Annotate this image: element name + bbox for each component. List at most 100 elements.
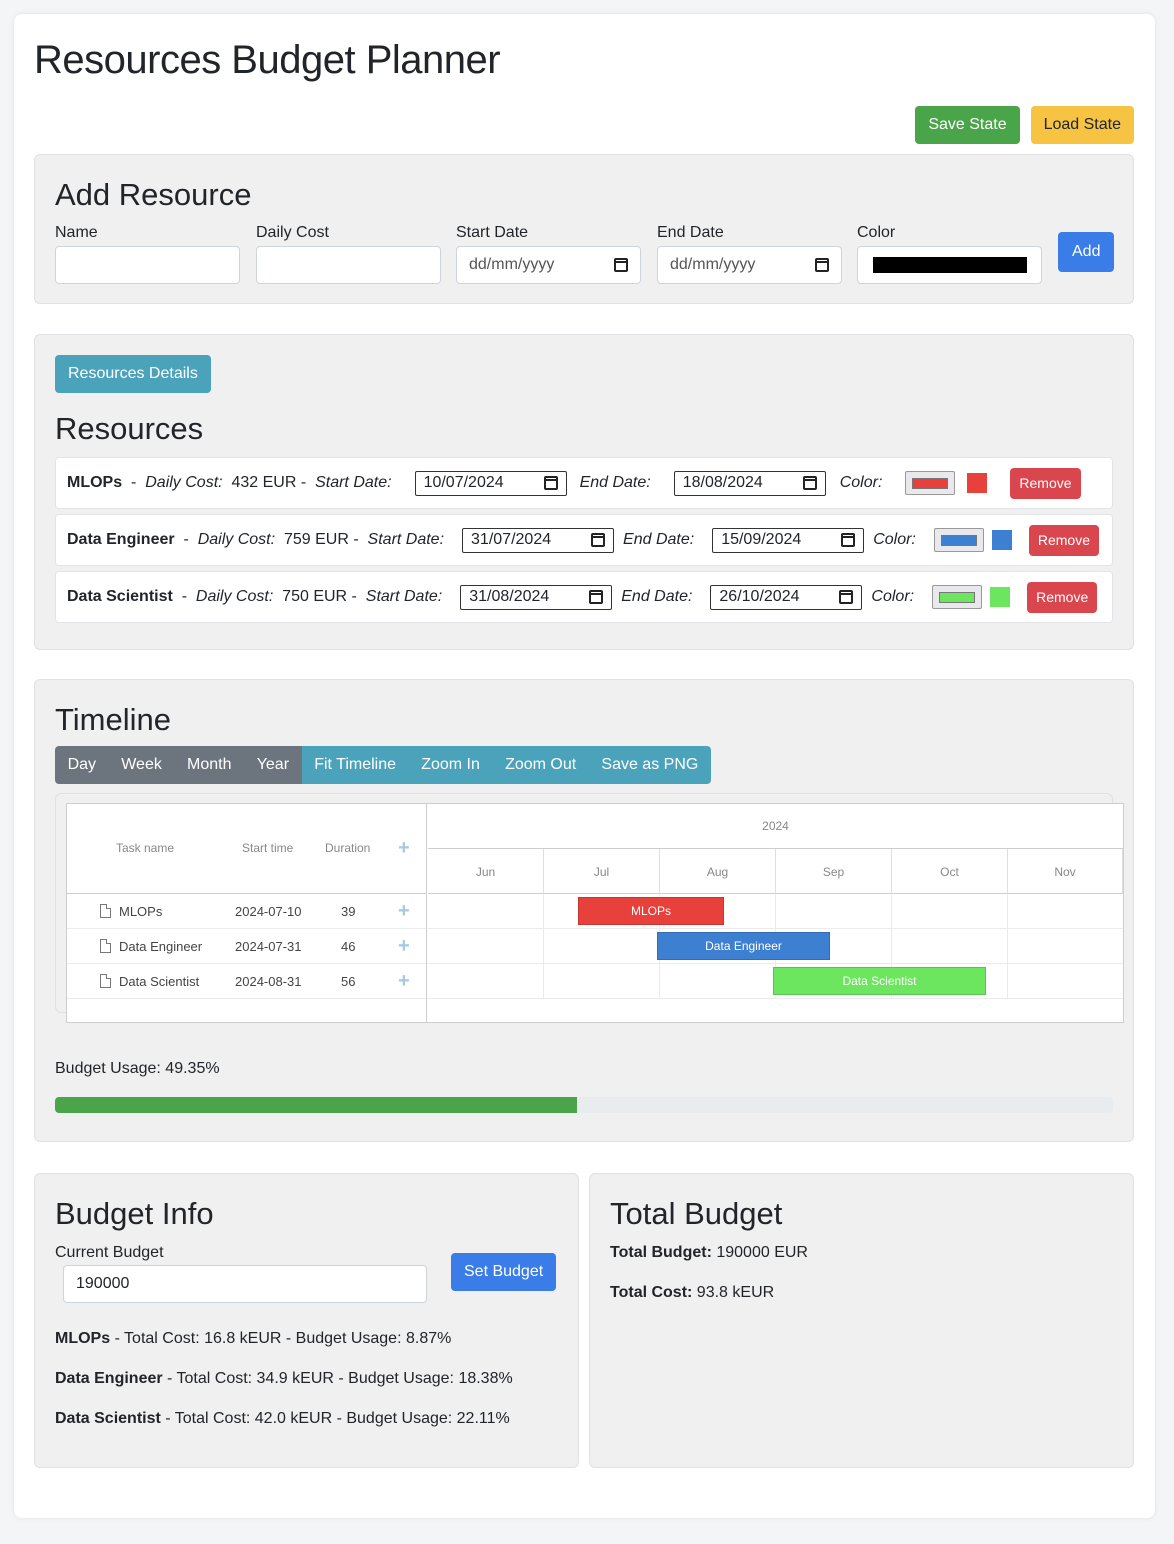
file-icon [100, 939, 111, 953]
calendar-icon[interactable] [802, 476, 817, 490]
task-start: 2024-07-10 [235, 903, 302, 919]
resource-name: Data Engineer [55, 1370, 163, 1387]
end-date-value: 18/08/2024 [682, 474, 763, 491]
remove-button[interactable]: Remove [1027, 581, 1098, 613]
calendar-icon[interactable] [543, 476, 558, 490]
resource-row: Data Scientist - Daily Cost: 750 EUR - S… [55, 571, 1113, 623]
end-date-input[interactable]: dd/mm/yyyy [657, 246, 842, 284]
add-resource-title: Add Resource [55, 177, 252, 212]
color-label: Color: [873, 531, 916, 548]
gantt-row[interactable]: MLOPs 2024-07-10 39 + [67, 894, 426, 929]
end-date-field: End Date dd/mm/yyyy [657, 224, 842, 284]
start-date-label: Start Date [456, 224, 529, 241]
add-subtask-icon[interactable]: + [398, 971, 410, 991]
task-bar[interactable]: MLOPs [578, 897, 724, 925]
calendar-icon[interactable] [614, 258, 628, 272]
remove-button[interactable]: Remove [1010, 467, 1081, 499]
end-date-label: End Date: [621, 588, 693, 605]
task-bar[interactable]: Data Scientist [773, 967, 986, 995]
color-label: Color: [839, 474, 883, 491]
save-png-button[interactable]: Save as PNG [588, 746, 711, 784]
calendar-icon[interactable] [839, 590, 854, 604]
gantt-grid-header: Task name Start time Duration + [67, 804, 426, 894]
timeline-toolbar: Day Week Month Year Fit Timeline Zoom In… [55, 746, 711, 784]
color-picker[interactable] [932, 585, 983, 609]
month-label: Aug [660, 849, 776, 894]
load-state-button[interactable]: Load State [1030, 106, 1134, 144]
current-budget-input[interactable]: 190000 [63, 1265, 427, 1303]
resource-cost-text: - Total Cost: 42.0 kEUR - Budget Usage: … [160, 1410, 510, 1427]
separator: - [174, 531, 198, 548]
save-state-button[interactable]: Save State [915, 106, 1020, 144]
view-day-button[interactable]: Day [55, 746, 109, 784]
start-date-input[interactable]: dd/mm/yyyy [456, 246, 641, 284]
add-resource-card: Add Resource Name Daily Cost Start Date … [34, 154, 1134, 304]
end-date-label: End Date: [623, 531, 695, 548]
resources-details-button[interactable]: Resources Details [55, 355, 211, 393]
resource-start-date[interactable]: 31/07/2024 [462, 527, 615, 553]
end-date-value: 26/10/2024 [719, 588, 800, 605]
resource-cost-line: MLOPs - Total Cost: 16.8 kEUR - Budget U… [55, 1330, 451, 1348]
zoom-in-button[interactable]: Zoom In [408, 746, 493, 784]
color-picker[interactable] [933, 528, 984, 552]
color-input[interactable] [857, 246, 1042, 284]
resource-row: Data Engineer - Daily Cost: 759 EUR - St… [55, 514, 1113, 566]
grid-line [428, 963, 1123, 964]
color-picker[interactable] [905, 471, 956, 495]
app-container: Resources Budget Planner Save State Load… [14, 14, 1155, 1518]
timeline-title: Timeline [55, 702, 171, 737]
duration-header[interactable]: Duration [325, 841, 370, 855]
resources-card: Resources Details Resources MLOPs - Dail… [34, 334, 1134, 650]
fit-timeline-button[interactable]: Fit Timeline [301, 746, 409, 784]
calendar-icon[interactable] [815, 258, 829, 272]
task-name: Data Scientist [119, 973, 200, 989]
budget-info-title: Budget Info [55, 1196, 214, 1231]
year-scale: 2024 [428, 804, 1123, 849]
add-subtask-icon[interactable]: + [398, 936, 410, 956]
page-title: Resources Budget Planner [34, 38, 501, 82]
set-budget-button[interactable]: Set Budget [451, 1253, 557, 1291]
view-week-button[interactable]: Week [108, 746, 175, 784]
start-date-value: 31/07/2024 [471, 531, 552, 548]
color-picker-swatch [939, 591, 976, 603]
start-date-label: Start Date: [315, 474, 392, 491]
calendar-icon[interactable] [589, 590, 604, 604]
daily-cost-label: Daily Cost [256, 224, 329, 241]
gantt-row[interactable]: Data Engineer 2024-07-31 46 + [67, 929, 426, 964]
name-input[interactable] [55, 246, 240, 284]
view-month-button[interactable]: Month [174, 746, 245, 784]
calendar-icon[interactable] [841, 533, 856, 547]
task-bar[interactable]: Data Engineer [657, 932, 830, 960]
resources-title: Resources [55, 411, 204, 446]
zoom-out-button[interactable]: Zoom Out [492, 746, 589, 784]
separator: - [348, 531, 368, 548]
start-date-placeholder: dd/mm/yyyy [469, 256, 555, 273]
color-label: Color [857, 224, 896, 241]
daily-cost-input[interactable] [256, 246, 441, 284]
resource-name: Data Scientist [67, 588, 173, 605]
resource-end-date[interactable]: 15/09/2024 [712, 527, 865, 553]
month-label: Sep [776, 849, 892, 894]
task-name-header[interactable]: Task name [116, 841, 174, 855]
end-date-label: End Date [657, 224, 724, 241]
grid-line [428, 998, 1123, 999]
view-year-button[interactable]: Year [244, 746, 302, 784]
budget-info-card: Budget Info Current Budget 190000 Set Bu… [34, 1173, 579, 1468]
resource-cost: 750 EUR [282, 588, 348, 605]
grid-line [428, 928, 1123, 929]
add-resource-button[interactable]: Add [1058, 232, 1115, 272]
task-start: 2024-08-31 [235, 973, 302, 989]
add-task-icon[interactable]: + [398, 838, 410, 858]
start-time-header[interactable]: Start time [242, 841, 293, 855]
add-subtask-icon[interactable]: + [398, 901, 410, 921]
gantt-chart: Task name Start time Duration + MLOPs 20… [66, 803, 1124, 1023]
daily-cost-label: Daily Cost: [197, 531, 276, 548]
calendar-icon[interactable] [591, 533, 606, 547]
resource-start-date[interactable]: 31/08/2024 [460, 584, 613, 610]
remove-button[interactable]: Remove [1028, 524, 1100, 556]
gantt-row[interactable]: Data Scientist 2024-08-31 56 + [67, 964, 426, 999]
resource-start-date[interactable]: 10/07/2024 [414, 470, 567, 496]
resource-name: MLOPs [67, 474, 123, 491]
resource-end-date[interactable]: 18/08/2024 [673, 470, 826, 496]
resource-end-date[interactable]: 26/10/2024 [710, 584, 863, 610]
